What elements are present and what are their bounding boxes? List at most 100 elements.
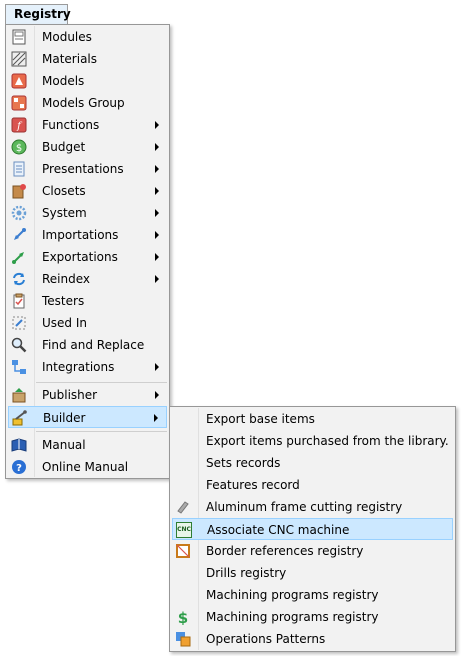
menu-item-closets[interactable]: Closets — [8, 180, 167, 202]
menu-item-label: Testers — [42, 294, 85, 308]
menu-item-label: Exportations — [42, 250, 118, 264]
submenu-arrow-icon — [155, 209, 159, 217]
menu-item-reindex[interactable]: Reindex — [8, 268, 167, 290]
menu-item-label: System — [42, 206, 87, 220]
submenu-arrow-icon — [155, 391, 159, 399]
menu-item-exportations[interactable]: Exportations — [8, 246, 167, 268]
menu-item-label: Functions — [42, 118, 100, 132]
builder-submenu: Export base items Export items purchased … — [169, 406, 456, 652]
manual-book-icon — [11, 437, 27, 453]
aluminum-frame-icon — [175, 499, 191, 515]
submenu-item-label: Export items purchased from the library. — [206, 434, 449, 448]
help-icon: ? — [11, 459, 27, 475]
menu-item-label: Importations — [42, 228, 119, 242]
menu-item-label: Integrations — [42, 360, 115, 374]
menu-item-label: Presentations — [42, 162, 124, 176]
submenu-item-label: Border references registry — [206, 544, 364, 558]
testers-icon — [11, 293, 27, 309]
menu-item-label: Materials — [42, 52, 98, 66]
menu-item-presentations[interactable]: Presentations — [8, 158, 167, 180]
svg-text:$: $ — [178, 609, 188, 625]
submenu-item-operations-patterns[interactable]: Operations Patterns — [172, 628, 453, 650]
menu-item-find-and-replace[interactable]: Find and Replace — [8, 334, 167, 356]
menu-item-label: Manual — [42, 438, 86, 452]
operations-patterns-icon — [175, 631, 191, 647]
submenu-item-border-references-registry[interactable]: Border references registry — [172, 540, 453, 562]
integrations-icon — [11, 359, 27, 375]
models-group-icon — [11, 95, 27, 111]
closets-icon — [11, 183, 27, 199]
submenu-arrow-icon — [154, 414, 158, 422]
submenu-item-aluminum-frame-cutting-registry[interactable]: Aluminum frame cutting registry — [172, 496, 453, 518]
submenu-arrow-icon — [155, 253, 159, 261]
submenu-item-export-items-purchased-from-the-library[interactable]: Export items purchased from the library. — [172, 430, 453, 452]
models-icon — [11, 73, 27, 89]
menu-item-label: Models Group — [42, 96, 125, 110]
menu-item-label: Budget — [42, 140, 86, 154]
submenu-item-export-base-items[interactable]: Export base items — [172, 408, 453, 430]
menu-item-label: Find and Replace — [42, 338, 145, 352]
builder-icon — [12, 410, 28, 426]
menu-item-label: Models — [42, 74, 85, 88]
used-in-icon — [11, 315, 27, 331]
menu-separator — [36, 431, 167, 432]
menu-item-models-group[interactable]: Models Group — [8, 92, 167, 114]
submenu-item-label: Operations Patterns — [206, 632, 326, 646]
submenu-item-machining-programs-registry[interactable]: $ Machining programs registry — [172, 606, 453, 628]
submenu-item-label: Export base items — [206, 412, 315, 426]
menubar-registry-tab[interactable]: Registry — [5, 4, 71, 24]
submenu-item-label: Associate CNC machine — [207, 523, 350, 537]
menu-separator — [36, 382, 167, 383]
menu-item-label: Online Manual — [42, 460, 129, 474]
menu-item-system[interactable]: System — [8, 202, 167, 224]
menu-item-label: Publisher — [42, 388, 98, 402]
functions-icon: f — [11, 117, 27, 133]
menu-item-label: Modules — [42, 30, 92, 44]
menu-item-importations[interactable]: Importations — [8, 224, 167, 246]
submenu-item-features-record[interactable]: Features record — [172, 474, 453, 496]
importations-icon — [11, 227, 27, 243]
cnc-icon: CNC — [176, 522, 192, 538]
submenu-arrow-icon — [155, 121, 159, 129]
menu-item-publisher[interactable]: Publisher — [8, 384, 167, 406]
cnc-icon-label: CNC — [177, 526, 191, 533]
submenu-item-label: Features record — [206, 478, 300, 492]
submenu-item-drills-registry[interactable]: Drills registry — [172, 562, 453, 584]
registry-dropdown-menu: Modules Materials Models Models Group f Funct… — [5, 24, 170, 479]
menu-item-modules[interactable]: Modules — [8, 26, 167, 48]
menu-item-testers[interactable]: Testers — [8, 290, 167, 312]
menu-item-models[interactable]: Models — [8, 70, 167, 92]
menu-item-label: Closets — [42, 184, 86, 198]
submenu-item-associate-cnc-machine[interactable]: CNC Associate CNC machine — [172, 518, 453, 540]
submenu-arrow-icon — [155, 231, 159, 239]
menu-item-integrations[interactable]: Integrations — [8, 356, 167, 378]
submenu-item-label: Sets records — [206, 456, 281, 470]
modules-icon — [11, 29, 27, 45]
svg-text:?: ? — [16, 463, 22, 474]
system-gear-icon — [11, 205, 27, 221]
submenu-item-machining-programs-registry[interactable]: Machining programs registry — [172, 584, 453, 606]
menu-item-materials[interactable]: Materials — [8, 48, 167, 70]
svg-text:$: $ — [16, 143, 22, 154]
exportations-icon — [11, 249, 27, 265]
border-references-icon — [175, 543, 191, 559]
submenu-arrow-icon — [155, 187, 159, 195]
materials-icon — [11, 51, 27, 67]
submenu-item-sets-records[interactable]: Sets records — [172, 452, 453, 474]
menu-item-budget[interactable]: $ Budget — [8, 136, 167, 158]
submenu-arrow-icon — [155, 143, 159, 151]
menu-item-online-manual[interactable]: ? Online Manual — [8, 456, 167, 478]
publisher-icon — [11, 387, 27, 403]
menu-item-label: Used In — [42, 316, 87, 330]
submenu-item-label: Drills registry — [206, 566, 287, 580]
submenu-item-label: Machining programs registry — [206, 610, 379, 624]
menu-item-builder[interactable]: Builder — [8, 406, 167, 428]
menu-item-functions[interactable]: f Functions — [8, 114, 167, 136]
reindex-icon — [11, 271, 27, 287]
menu-item-used-in[interactable]: Used In — [8, 312, 167, 334]
submenu-arrow-icon — [155, 363, 159, 371]
menu-item-label: Builder — [43, 411, 86, 425]
submenu-item-label: Aluminum frame cutting registry — [206, 500, 403, 514]
budget-icon: $ — [11, 139, 27, 155]
menu-item-manual[interactable]: Manual — [8, 434, 167, 456]
